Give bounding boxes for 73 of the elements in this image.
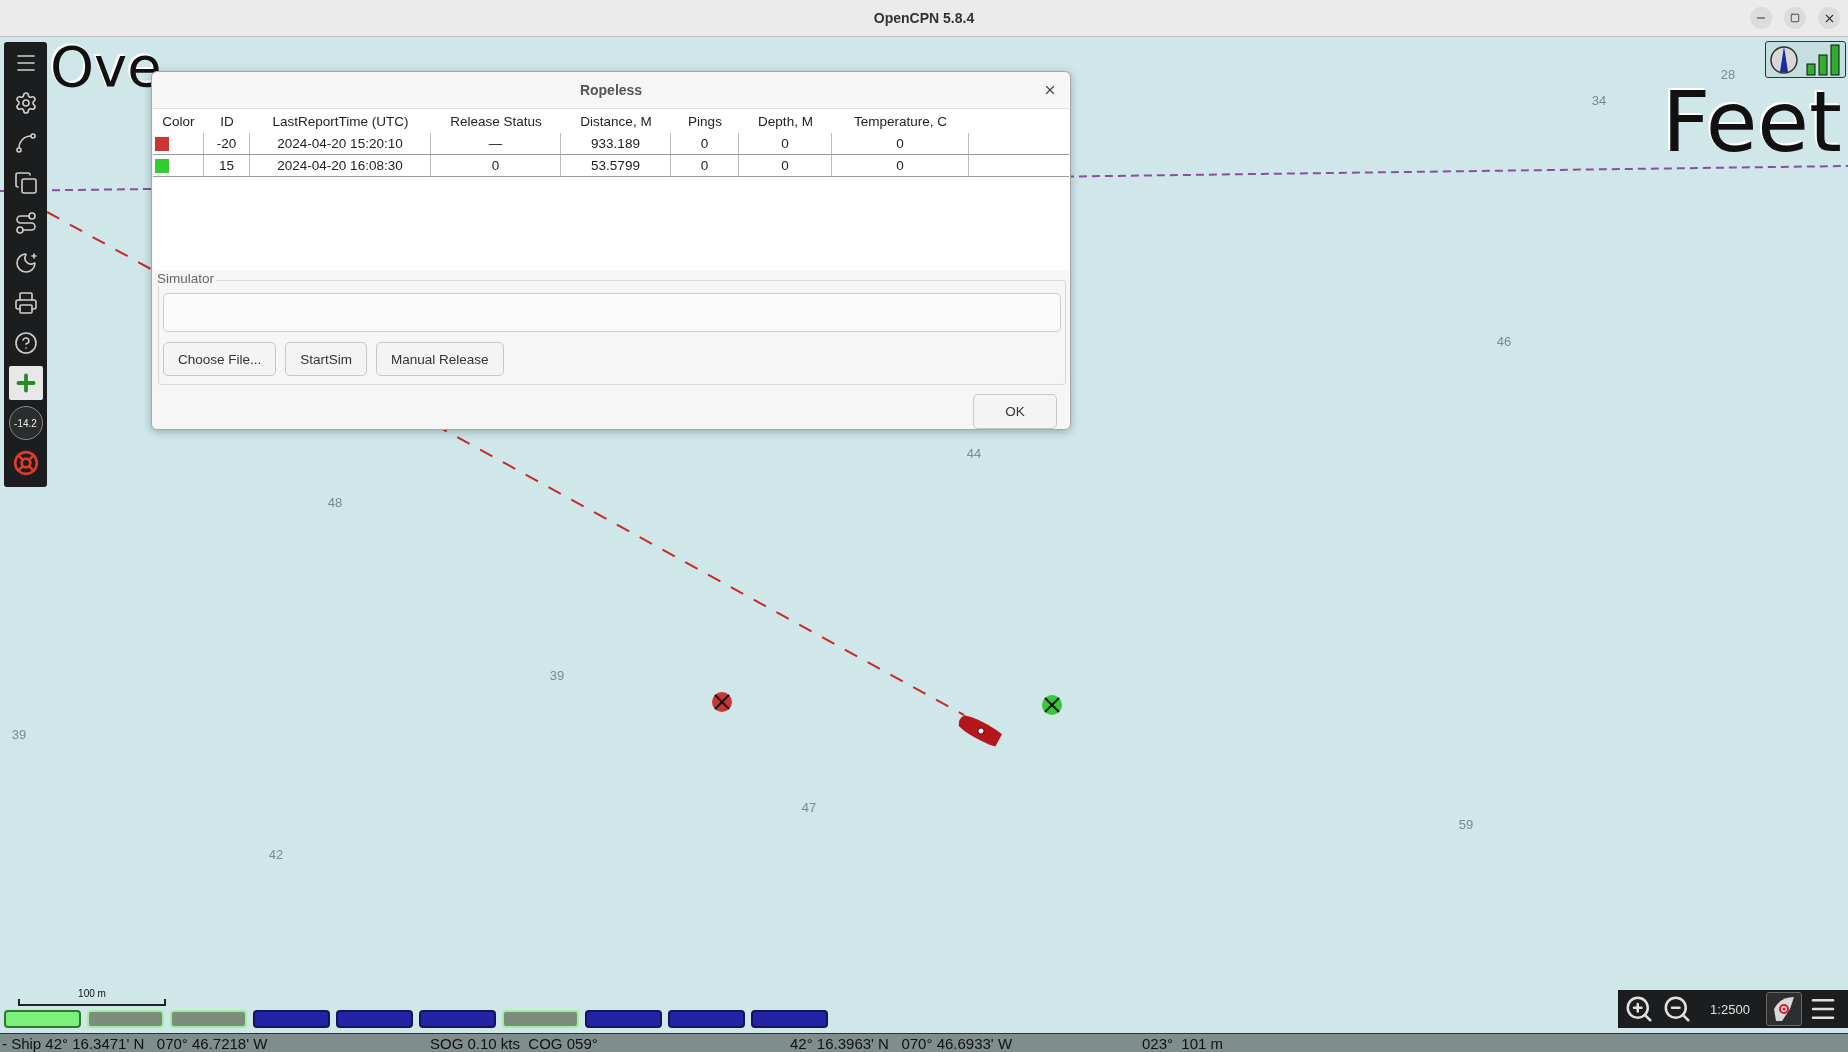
depth-sounding: 28 (1720, 66, 1736, 82)
zoom-in-icon (1624, 994, 1654, 1024)
table-cell: 0 (832, 155, 969, 177)
lifebuoy-icon (12, 450, 39, 476)
table-cell: 0 (671, 133, 739, 155)
column-header[interactable]: LastReportTime (UTC) (250, 109, 431, 133)
depth-sounding: 34 (1591, 92, 1607, 108)
depth-sounding: 46 (1496, 333, 1512, 349)
pages-icon (13, 171, 38, 195)
depth-sounding: 59 (1458, 816, 1474, 832)
start-sim-button[interactable]: StartSim (285, 342, 368, 376)
choose-file-button[interactable]: Choose File... (163, 342, 277, 376)
status-text: - Ship 42° 16.3471' N 070° 46.7218' W (2, 1034, 269, 1052)
column-header[interactable]: ID (204, 109, 250, 133)
table-cell: 0 (739, 155, 832, 177)
overzoom-label: Ove (50, 39, 162, 95)
minimize-button[interactable] (1750, 7, 1772, 29)
table-cell: 53.5799 (561, 155, 671, 177)
route-icon (13, 131, 38, 155)
depth-sounding: 48 (327, 494, 343, 510)
depth-units-label: Feet (1661, 80, 1842, 164)
status-text: SOG 0.10 kts COG 059° (430, 1034, 599, 1052)
boat-button[interactable] (1766, 992, 1802, 1026)
depth-sounding: 42 (268, 846, 284, 862)
chart-bar-item[interactable] (4, 1010, 81, 1028)
dialog-title: Ropeless (579, 82, 643, 98)
column-header[interactable]: Distance, M (561, 109, 671, 133)
table-cell: 0 (671, 155, 739, 177)
nautical-chart[interactable] (0, 37, 1848, 1033)
manual-release-button[interactable]: Manual Release (376, 342, 504, 376)
buoy-marker-icon[interactable] (1042, 695, 1062, 715)
boat-icon (958, 715, 1002, 747)
signal-bars-icon (1805, 43, 1842, 76)
status-text: 023° 101 m (1142, 1034, 1225, 1052)
ok-button[interactable]: OK (973, 394, 1057, 429)
printer-icon (13, 291, 38, 315)
column-header[interactable]: Temperature, C (832, 109, 969, 133)
close-icon (1043, 83, 1057, 97)
table-cell: 0 (431, 155, 561, 177)
depth-sounding: 39 (11, 726, 27, 742)
compass-button[interactable]: -14.2 (8, 406, 43, 440)
buoy-marker-icon[interactable] (712, 692, 732, 712)
column-header[interactable]: Release Status (431, 109, 561, 133)
boat-target-icon (1772, 995, 1796, 1023)
gear-icon (13, 91, 38, 115)
window-title: OpenCPN 5.8.4 (873, 10, 975, 26)
table-cell: 15 (204, 155, 250, 177)
depth-sounding: 44 (966, 445, 982, 461)
file-field[interactable] (163, 293, 1061, 332)
table-cell: -20 (204, 133, 250, 155)
table-cell: 933.189 (561, 133, 671, 155)
column-header[interactable]: Depth, M (739, 109, 832, 133)
chart-scale: 1:2500 (1709, 1001, 1751, 1017)
table-cell: 0 (739, 133, 832, 155)
table-cell: 2024-04-20 15:20:10 (250, 133, 431, 155)
zoom-out-icon (1662, 994, 1692, 1024)
moon-star-icon (13, 251, 38, 275)
maximize-button[interactable] (1784, 7, 1806, 29)
depth-sounding: 47 (801, 799, 817, 815)
track-icon (13, 211, 38, 235)
column-header[interactable]: Color (153, 109, 204, 133)
help-icon (13, 331, 38, 355)
group-label: Simulator (157, 271, 217, 286)
column-header[interactable]: Pings (671, 109, 739, 133)
scale-label: 100 m (78, 988, 106, 999)
table-cell: 0 (832, 133, 969, 155)
depth-sounding: 39 (549, 667, 565, 683)
maximize-icon (1790, 13, 1800, 23)
table-cell: 2024-04-20 16:08:30 (250, 155, 431, 177)
close-button[interactable] (1818, 7, 1840, 29)
table-cell: — (431, 133, 561, 155)
add-button[interactable] (8, 366, 43, 400)
status-text: 42° 16.3963' N 070° 46.6933' W (790, 1034, 1014, 1052)
